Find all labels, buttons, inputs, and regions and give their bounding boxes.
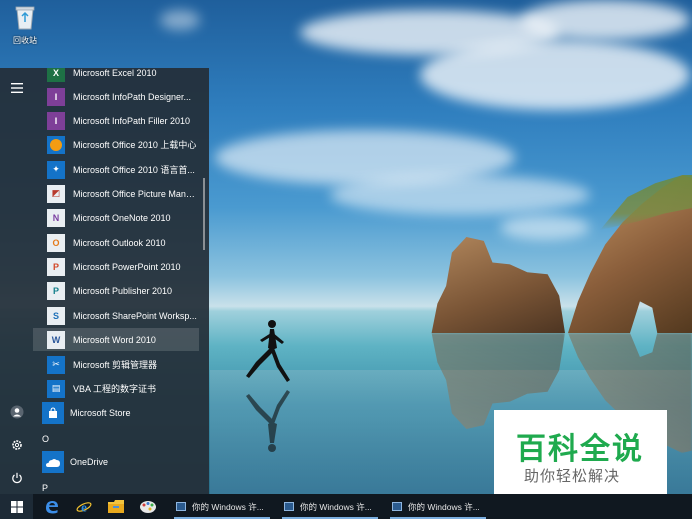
start-menu-rail — [0, 68, 33, 494]
user-account-button[interactable] — [0, 398, 33, 426]
clip-organizer-icon: ✂ — [47, 355, 65, 374]
section-letter-o[interactable]: O — [42, 434, 49, 444]
infopath-icon: I — [47, 87, 65, 106]
app-label: Microsoft Store — [70, 408, 131, 418]
window-title: 你的 Windows 许... — [408, 501, 480, 512]
sharepoint-icon: S — [47, 306, 65, 325]
app-item-clip-organizer[interactable]: ✂ Microsoft 剪辑管理器 — [47, 353, 207, 376]
sea-stack-rock — [431, 236, 565, 333]
app-item-powerpoint[interactable]: P Microsoft PowerPoint 2010 — [47, 255, 207, 278]
settings-button[interactable] — [0, 431, 33, 459]
excel-icon: X — [47, 68, 65, 82]
taskbar-paint[interactable] — [132, 494, 164, 519]
app-item-onedrive[interactable]: OneDrive — [42, 450, 202, 474]
word-icon: W — [47, 330, 65, 349]
app-label: Microsoft Excel 2010 — [73, 68, 157, 78]
ie-icon: e — [76, 499, 92, 514]
app-label: Microsoft Office 2010 语言首... — [73, 165, 195, 175]
window-icon — [392, 502, 402, 511]
settings-icon — [11, 440, 22, 450]
hamburger-menu-icon — [10, 83, 23, 93]
onenote-icon: N — [47, 208, 65, 227]
watermark-logo: 百科全说 助你轻松解决 — [494, 410, 667, 494]
app-item-excel[interactable]: X Microsoft Excel 2010 — [47, 68, 207, 84]
power-button[interactable] — [0, 464, 33, 492]
cloud — [520, 0, 690, 40]
window-icon — [176, 502, 186, 511]
app-item-picture-manager[interactable]: ◩ Microsoft Office Picture Mana... — [47, 182, 207, 205]
edge-icon — [46, 500, 58, 513]
recycle-bin-icon — [15, 6, 35, 30]
app-item-vba-certificate[interactable]: ▤ VBA 工程的数字证书 — [47, 377, 207, 400]
app-item-onenote[interactable]: N Microsoft OneNote 2010 — [47, 206, 207, 229]
runner-reflection — [246, 390, 290, 452]
cloud — [420, 40, 690, 110]
app-label: Microsoft 剪辑管理器 — [73, 360, 158, 370]
app-item-infopath-designer[interactable]: I Microsoft InfoPath Designer... — [47, 85, 207, 108]
taskbar-internet-explorer[interactable]: e — [68, 494, 100, 519]
app-item-sharepoint-workspace[interactable]: S Microsoft SharePoint Worksp... — [47, 304, 207, 327]
svg-text:e: e — [81, 499, 87, 514]
app-label: Microsoft Office 2010 上载中心 — [73, 140, 197, 150]
taskbar-window-1[interactable]: 你的 Windows 许... — [170, 494, 274, 519]
start-menu: X Microsoft Excel 2010 I Microsoft InfoP… — [0, 68, 209, 494]
app-item-word[interactable]: W Microsoft Word 2010 — [33, 328, 199, 351]
onedrive-icon — [42, 451, 64, 473]
file-explorer-icon — [108, 500, 124, 513]
language-icon: ✦ — [47, 160, 65, 179]
power-icon — [11, 472, 22, 484]
powerpoint-icon: P — [47, 257, 65, 276]
publisher-icon: P — [47, 281, 65, 300]
start-icon — [10, 500, 23, 513]
app-item-outlook[interactable]: O Microsoft Outlook 2010 — [47, 231, 207, 254]
app-list: X Microsoft Excel 2010 I Microsoft InfoP… — [33, 68, 209, 494]
certificate-icon: ▤ — [47, 379, 65, 398]
upload-center-icon — [47, 135, 65, 154]
app-label: Microsoft Publisher 2010 — [73, 285, 173, 296]
app-label: VBA 工程的数字证书 — [73, 384, 157, 394]
recycle-bin-label: 回收站 — [13, 36, 37, 45]
taskbar: e 你的 Windows 许... 你的 Windows 许... 你的 Win… — [0, 494, 692, 519]
section-letter-p[interactable]: P — [42, 483, 48, 493]
cloud — [160, 10, 200, 30]
recycle-bin[interactable]: 回收站 — [6, 4, 44, 46]
app-item-language-preferences[interactable]: ✦ Microsoft Office 2010 语言首... — [47, 158, 207, 181]
app-label: Microsoft SharePoint Worksp... — [73, 310, 197, 321]
app-label: OneDrive — [70, 457, 109, 467]
app-label: Microsoft Word 2010 — [73, 334, 156, 345]
app-label: Microsoft Outlook 2010 — [73, 237, 166, 248]
app-list-scrollbar[interactable] — [203, 178, 205, 250]
paint-icon — [140, 500, 156, 513]
app-label: Microsoft OneNote 2010 — [73, 212, 171, 223]
watermark-subtitle: 助你轻松解决 — [524, 468, 621, 485]
taskbar-window-2[interactable]: 你的 Windows 许... — [278, 494, 382, 519]
store-icon — [42, 402, 64, 424]
app-label: Microsoft PowerPoint 2010 — [73, 261, 181, 272]
start-button[interactable] — [0, 494, 33, 519]
app-label: Microsoft InfoPath Filler 2010 — [73, 115, 191, 126]
cloud — [500, 215, 590, 240]
cloud — [330, 175, 590, 215]
app-item-publisher[interactable]: P Microsoft Publisher 2010 — [47, 279, 207, 302]
taskbar-edge[interactable] — [36, 494, 68, 519]
user-icon — [10, 405, 23, 419]
picture-manager-icon: ◩ — [47, 184, 65, 203]
window-title: 你的 Windows 许... — [192, 501, 264, 512]
window-icon — [284, 502, 294, 511]
infopath-icon: I — [47, 111, 65, 130]
taskbar-file-explorer[interactable] — [100, 494, 132, 519]
expand-menu-button[interactable] — [0, 74, 33, 102]
app-label: Microsoft InfoPath Designer... — [73, 91, 192, 102]
window-title: 你的 Windows 许... — [300, 501, 372, 512]
runner-silhouette — [246, 320, 290, 382]
taskbar-window-3[interactable]: 你的 Windows 许... — [386, 494, 490, 519]
app-item-infopath-filler[interactable]: I Microsoft InfoPath Filler 2010 — [47, 109, 207, 132]
outlook-icon: O — [47, 233, 65, 252]
app-label: Microsoft Office Picture Mana... — [73, 188, 197, 199]
app-item-upload-center[interactable]: Microsoft Office 2010 上载中心 — [47, 133, 207, 156]
watermark-title: 百科全说 — [516, 433, 644, 466]
app-item-microsoft-store[interactable]: Microsoft Store — [42, 401, 202, 425]
